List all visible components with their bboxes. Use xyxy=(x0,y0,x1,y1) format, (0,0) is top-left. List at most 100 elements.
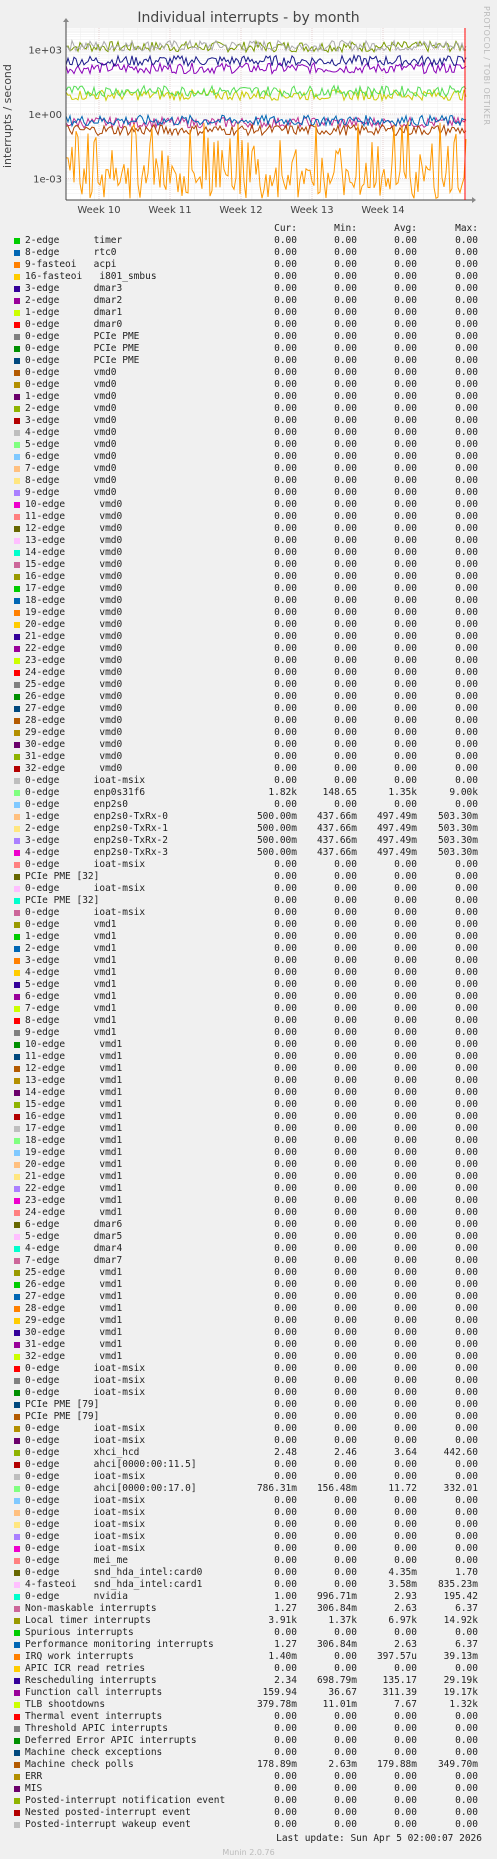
legend-label: 12-edge vmd1 xyxy=(25,1063,123,1074)
legend-row: 14-edge vmd1 0.00 0.00 0.00 0.00 xyxy=(0,1087,497,1099)
legend-avg-value: 0.00 xyxy=(394,1279,417,1290)
legend-max-value: 0.00 xyxy=(455,631,478,642)
legend-swatch xyxy=(14,718,20,724)
legend-swatch xyxy=(14,262,20,268)
legend-cur-value: 0.00 xyxy=(274,571,297,582)
legend-label: 12-edge vmd0 xyxy=(25,523,123,534)
legend-min-value: 0.00 xyxy=(334,1051,357,1062)
legend-avg-value: 0.00 xyxy=(394,1003,417,1014)
legend-swatch xyxy=(14,874,20,880)
legend-swatch xyxy=(14,250,20,256)
legend-min-value: 0.00 xyxy=(334,523,357,534)
legend-label: 2-edge enp2s0-TxRx-1 xyxy=(25,823,168,834)
legend-avg-value: 0.00 xyxy=(394,1291,417,1302)
legend-avg-value: 0.00 xyxy=(394,1543,417,1554)
legend-cur-value: 0.00 xyxy=(274,1219,297,1230)
legend-cur-value: 0.00 xyxy=(274,1363,297,1374)
legend-label: 28-edge vmd0 xyxy=(25,715,123,726)
legend-max-value: 0.00 xyxy=(455,271,478,282)
legend-cur-value: 0.00 xyxy=(274,1507,297,1518)
legend-swatch xyxy=(14,490,20,496)
legend-cur-value: 0.00 xyxy=(274,1183,297,1194)
legend-cur-value: 0.00 xyxy=(274,679,297,690)
legend-avg-value: 0.00 xyxy=(394,487,417,498)
legend-max-value: 0.00 xyxy=(455,1279,478,1290)
legend-max-value: 0.00 xyxy=(455,1747,478,1758)
legend-row: 12-edge vmd1 0.00 0.00 0.00 0.00 xyxy=(0,1063,497,1075)
legend-swatch xyxy=(14,778,20,784)
legend-min-value: 0.00 xyxy=(334,1411,357,1422)
legend-row: 11-edge vmd0 0.00 0.00 0.00 0.00 xyxy=(0,511,497,523)
legend-avg-value: 0.00 xyxy=(394,1423,417,1434)
legend-cur-value: 0.00 xyxy=(274,1063,297,1074)
legend-row: 0-edge vmd1 0.00 0.00 0.00 0.00 xyxy=(0,919,497,931)
legend-row: 14-edge vmd0 0.00 0.00 0.00 0.00 xyxy=(0,547,497,559)
legend-max-value: 0.00 xyxy=(455,1015,478,1026)
legend-label: 4-edge vmd1 xyxy=(25,967,117,978)
legend-swatch xyxy=(14,1222,20,1228)
legend-avg-value: 0.00 xyxy=(394,1807,417,1818)
legend-row: 22-edge vmd1 0.00 0.00 0.00 0.00 xyxy=(0,1183,497,1195)
legend-cur-value: 159.94 xyxy=(262,1687,297,1698)
legend-avg-value: 4.35m xyxy=(388,1567,417,1578)
legend-swatch xyxy=(14,1762,20,1768)
legend-swatch xyxy=(14,1726,20,1732)
legend-swatch xyxy=(14,1162,20,1168)
legend-min-value: 0.00 xyxy=(334,1351,357,1362)
legend-label: 22-edge vmd0 xyxy=(25,643,123,654)
legend-min-value: 1.37k xyxy=(328,1615,357,1626)
legend-avg-value: 6.97k xyxy=(388,1615,417,1626)
legend-max-value: 0.00 xyxy=(455,679,478,690)
legend-min-value: 0.00 xyxy=(334,1387,357,1398)
legend-label: 0-edge ioat-msix xyxy=(25,1531,146,1542)
legend-cur-value: 0.00 xyxy=(274,379,297,390)
legend-cur-value: 0.00 xyxy=(274,1747,297,1758)
legend-label: 0-edge ahci[0000:00:17.0] xyxy=(25,1483,197,1494)
legend-max-value: 0.00 xyxy=(455,1063,478,1074)
legend-cur-value: 2.34 xyxy=(274,1675,297,1686)
legend-label: 3-edge vmd1 xyxy=(25,955,117,966)
legend-min-value: 0.00 xyxy=(334,1339,357,1350)
legend-swatch xyxy=(14,1138,20,1144)
legend-swatch xyxy=(14,298,20,304)
legend-label: Machine check exceptions xyxy=(25,1747,163,1758)
legend-label: 27-edge vmd0 xyxy=(25,703,123,714)
legend-avg-value: 0.00 xyxy=(394,1039,417,1050)
legend-min-value: 0.00 xyxy=(334,883,357,894)
legend-swatch xyxy=(14,1390,20,1396)
legend-max-value: 0.00 xyxy=(455,1543,478,1554)
legend-min-value: 0.00 xyxy=(334,247,357,258)
legend-swatch xyxy=(14,1798,20,1804)
legend-max-value: 0.00 xyxy=(455,1195,478,1206)
legend-label: 32-edge vmd1 xyxy=(25,1351,123,1362)
legend-swatch xyxy=(14,1714,20,1720)
legend-avg-value: 0.00 xyxy=(394,763,417,774)
legend-max-value: 332.01 xyxy=(443,1483,478,1494)
legend-avg-value: 0.00 xyxy=(394,1375,417,1386)
legend-label: 0-edge enp0s31f6 xyxy=(25,787,146,798)
x-tick-label: Week 14 xyxy=(361,205,404,216)
legend-min-value: 996.71m xyxy=(316,1591,357,1602)
legend-cur-value: 0.00 xyxy=(274,247,297,258)
legend-label: Thermal event interrupts xyxy=(25,1711,163,1722)
legend-cur-value: 1.82k xyxy=(268,787,297,798)
legend-avg-value: 0.00 xyxy=(394,1195,417,1206)
legend-label: 25-edge vmd1 xyxy=(25,1267,123,1278)
legend-max-value: 0.00 xyxy=(455,907,478,918)
legend-swatch xyxy=(14,1246,20,1252)
x-tick-label: Week 10 xyxy=(77,205,120,216)
legend-max-value: 0.00 xyxy=(455,1219,478,1230)
legend-row: 15-edge vmd0 0.00 0.00 0.00 0.00 xyxy=(0,559,497,571)
y-tick-label: 1e-03 xyxy=(33,175,62,186)
legend-cur-value: 0.00 xyxy=(274,931,297,942)
legend-swatch xyxy=(14,1498,20,1504)
legend-row: 26-edge vmd1 0.00 0.00 0.00 0.00 xyxy=(0,1279,497,1291)
legend-avg-value: 497.49m xyxy=(376,847,417,858)
legend-cur-value: 0.00 xyxy=(274,475,297,486)
legend-cur-value: 0.00 xyxy=(274,907,297,918)
legend-row: 0-edge ioat-msix 0.00 0.00 0.00 0.00 xyxy=(0,883,497,895)
legend-min-value: 0.00 xyxy=(334,1627,357,1638)
legend-cur-value: 0.00 xyxy=(274,295,297,306)
legend-max-value: 0.00 xyxy=(455,547,478,558)
legend-max-value: 0.00 xyxy=(455,475,478,486)
